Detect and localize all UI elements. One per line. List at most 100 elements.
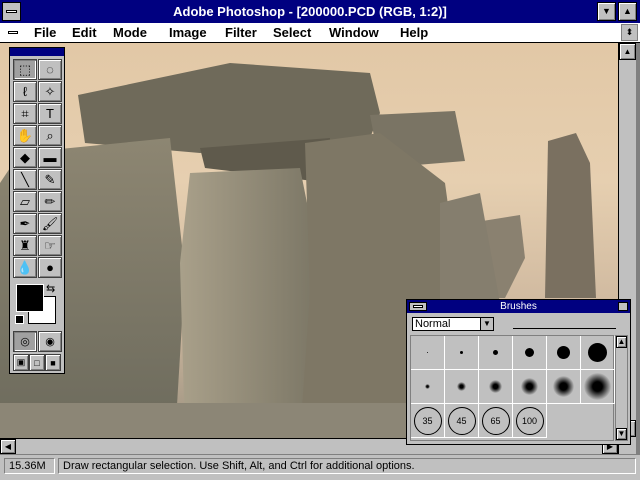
brush-large-100[interactable]: 100 [513, 404, 547, 438]
paint-bucket-tool-button[interactable]: ◆ [13, 147, 37, 168]
brushes-palette: Brushes Normal ▼ 35 45 65 100 ▲ ▼ [406, 299, 631, 445]
menu-image[interactable]: Image [169, 25, 207, 41]
blur-tool-button[interactable]: 💧 [13, 257, 37, 278]
pencil-tool-button[interactable]: ✏ [38, 191, 62, 212]
brush-size-label: 35 [413, 406, 442, 435]
brush-soft-27[interactable] [581, 370, 615, 404]
brush-grid: 35 45 65 100 [410, 335, 615, 441]
crop-icon: ⌗ [21, 105, 29, 121]
brush-scrollbar[interactable]: ▲ ▼ [615, 335, 628, 441]
lasso-icon: ℓ [22, 84, 28, 99]
sharpen-tool-button[interactable]: ● [38, 257, 62, 278]
title-bar: Adobe Photoshop - [200000.PCD (RGB, 1:2)… [0, 0, 640, 23]
brush-soft-dot-icon [489, 380, 502, 393]
eraser-icon: ▱ [20, 193, 30, 209]
menu-filter[interactable]: Filter [225, 25, 257, 41]
quick-mask-icon: ◉ [45, 336, 55, 348]
standard-screen-icon: ▣ [16, 357, 26, 367]
smudge-tool-button[interactable]: ☞ [38, 235, 62, 256]
brushes-expand-button[interactable] [618, 302, 628, 311]
brush-hard-13[interactable] [547, 336, 581, 370]
line-icon: ╲ [21, 171, 29, 187]
toolbox-title-bar[interactable] [10, 48, 64, 56]
type-tool-button[interactable]: T [38, 103, 62, 124]
sharpen-icon: ● [46, 260, 54, 275]
brush-hard-3[interactable] [445, 336, 479, 370]
brush-size-label: 45 [447, 406, 476, 435]
full-screen-button[interactable]: ■ [45, 354, 61, 371]
quick-mask-button[interactable]: ◉ [38, 331, 62, 352]
brush-hard-9[interactable] [513, 336, 547, 370]
brush-scroll-up[interactable]: ▲ [616, 336, 627, 348]
lasso-tool-button[interactable]: ℓ [13, 81, 37, 102]
rect-marquee-tool-button[interactable]: ⬚ [13, 59, 37, 80]
standard-mode-button[interactable]: ◎ [13, 331, 37, 352]
brush-mode-select[interactable]: Normal ▼ [412, 317, 494, 331]
hand-tool-button[interactable]: ✋ [13, 125, 37, 146]
swap-colors-icon[interactable]: ⇆ [46, 282, 55, 295]
default-colors-icon[interactable] [15, 315, 24, 324]
brush-dot-icon [460, 351, 463, 354]
full-screen-icon: ■ [50, 357, 56, 368]
status-message: Draw rectangular selection. Use Shift, A… [58, 458, 636, 474]
paintbrush-icon: 🖌 [41, 215, 59, 231]
restore-icon: ⬍ [625, 27, 634, 37]
crop-tool-button[interactable]: ⌗ [13, 103, 37, 124]
menu-file[interactable]: File [34, 25, 56, 41]
menu-select[interactable]: Select [273, 25, 311, 41]
brush-soft-dot-icon [584, 373, 611, 400]
brush-soft-5[interactable] [411, 370, 445, 404]
line-tool-button[interactable]: ╲ [13, 169, 37, 190]
full-screen-menu-button[interactable]: □ [29, 354, 45, 371]
magic-wand-tool-button[interactable]: ✧ [38, 81, 62, 102]
airbrush-tool-button[interactable]: ✒ [13, 213, 37, 234]
brush-soft-17[interactable] [513, 370, 547, 404]
maximize-button[interactable]: ▲ [618, 2, 637, 21]
type-icon: T [46, 106, 54, 121]
brush-soft-21[interactable] [547, 370, 581, 404]
brush-hard-5[interactable] [479, 336, 513, 370]
standard-screen-button[interactable]: ▣ [13, 354, 29, 371]
eraser-tool-button[interactable]: ▱ [13, 191, 37, 212]
brush-dot-icon [588, 343, 607, 362]
brush-hard-19[interactable] [581, 336, 615, 370]
minimize-button[interactable]: ▼ [597, 2, 616, 21]
zoom-tool-button[interactable]: ⌕ [38, 125, 62, 146]
brush-large-45[interactable]: 45 [445, 404, 479, 438]
window-title: Adobe Photoshop - [200000.PCD (RGB, 1:2)… [173, 4, 447, 19]
brushes-close-button[interactable] [409, 302, 427, 311]
scroll-left-button[interactable]: ◀ [0, 439, 16, 454]
brush-large-65[interactable]: 65 [479, 404, 513, 438]
brushes-title-bar[interactable]: Brushes [407, 300, 630, 313]
ellipse-marquee-tool-button[interactable]: ◌ [38, 59, 62, 80]
brush-mode-value: Normal [415, 318, 451, 330]
eyedropper-tool-button[interactable]: ✎ [38, 169, 62, 190]
brush-soft-dot-icon [425, 384, 430, 389]
brush-size-label: 65 [481, 406, 510, 435]
brush-soft-13[interactable] [479, 370, 513, 404]
scroll-up-button[interactable]: ▲ [619, 43, 636, 60]
zoom-icon: ⌕ [46, 127, 54, 143]
document-size: 15.36M [4, 458, 55, 474]
menu-window[interactable]: Window [329, 25, 379, 41]
pencil-icon: ✏ [44, 193, 56, 209]
document-restore-button[interactable]: ⬍ [621, 24, 638, 41]
brush-scroll-down[interactable]: ▼ [616, 428, 627, 440]
document-system-menu-button[interactable] [6, 26, 20, 39]
rubber-stamp-tool-button[interactable]: ♜ [13, 235, 37, 256]
brush-hard-1[interactable] [411, 336, 445, 370]
brush-soft-dot-icon [521, 378, 538, 395]
system-menu-button[interactable] [2, 2, 21, 21]
menu-help[interactable]: Help [400, 25, 428, 41]
paintbrush-tool-button[interactable]: 🖌 [38, 213, 62, 234]
rubber-stamp-icon: ♜ [19, 237, 31, 253]
gradient-tool-button[interactable]: ▬ [38, 147, 62, 168]
hand-icon: ✋ [16, 127, 34, 143]
menu-edit[interactable]: Edit [72, 25, 97, 41]
opacity-slider[interactable] [513, 328, 616, 329]
brush-large-35[interactable]: 35 [411, 404, 445, 438]
chevron-down-icon: ▼ [480, 318, 493, 330]
brush-soft-9[interactable] [445, 370, 479, 404]
minimize-icon: ▼ [602, 6, 611, 16]
menu-mode[interactable]: Mode [113, 25, 147, 41]
